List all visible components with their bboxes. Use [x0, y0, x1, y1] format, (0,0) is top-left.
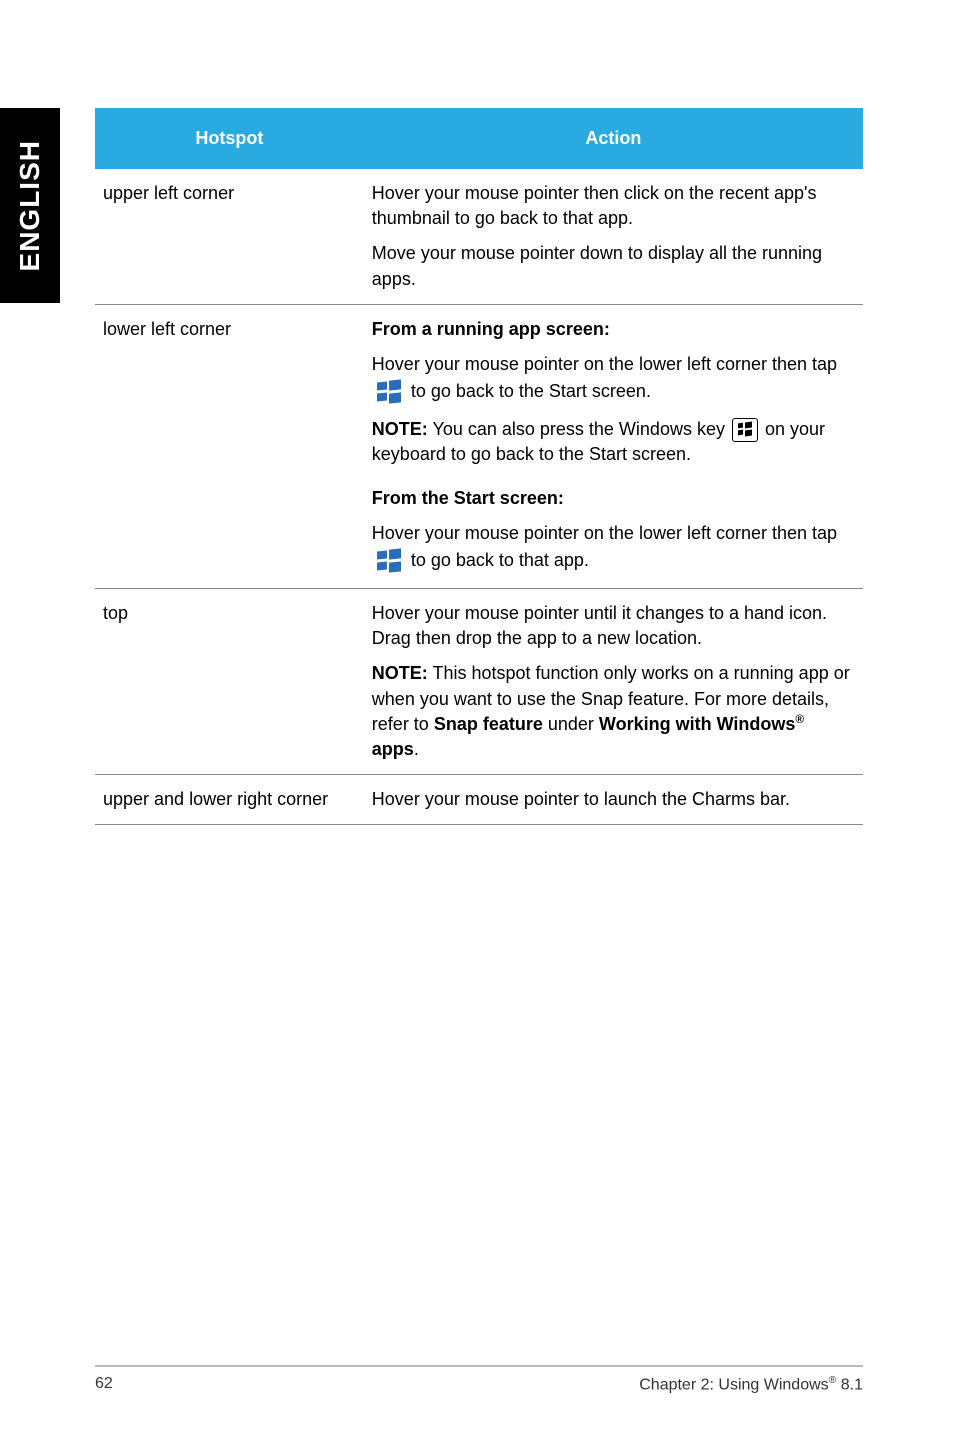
text-fragment: Snap feature [434, 714, 543, 734]
subheading: From a running app screen: [372, 317, 855, 342]
note-label: NOTE: [372, 419, 428, 439]
language-label: ENGLISH [14, 140, 46, 271]
registered-mark: ® [795, 713, 804, 726]
text-fragment: to go back to that app. [411, 550, 589, 570]
note-label: NOTE: [372, 663, 428, 683]
language-tab: ENGLISH [0, 108, 60, 303]
text-fragment: You can also press the Windows key [428, 419, 730, 439]
table-header-row: Hotspot Action [95, 108, 863, 169]
chapter-label: Chapter 2: Using Windows® 8.1 [639, 1375, 863, 1394]
action-text: Hover your mouse pointer until it change… [372, 601, 855, 651]
action-cell: Hover your mouse pointer until it change… [364, 588, 863, 774]
action-cell: From a running app screen: Hover your mo… [364, 304, 863, 588]
header-action: Action [364, 108, 863, 169]
action-cell: Hover your mouse pointer then click on t… [364, 169, 863, 304]
text-fragment: to go back to the Start screen. [411, 381, 651, 401]
note-text: NOTE: This hotspot function only works o… [372, 661, 855, 762]
action-text: Move your mouse pointer down to display … [372, 241, 855, 291]
page-footer: 62 Chapter 2: Using Windows® 8.1 [95, 1365, 863, 1394]
start-screen-icon [374, 546, 404, 576]
text-fragment: apps [372, 739, 414, 759]
main-content: Hotspot Action upper left corner Hover y… [95, 108, 863, 825]
table-row: lower left corner From a running app scr… [95, 304, 863, 588]
action-text: Hover your mouse pointer on the lower le… [372, 521, 855, 576]
table-row: upper left corner Hover your mouse point… [95, 169, 863, 304]
text-fragment: 8.1 [836, 1376, 863, 1393]
hotspot-table: Hotspot Action upper left corner Hover y… [95, 108, 863, 825]
table-row: top Hover your mouse pointer until it ch… [95, 588, 863, 774]
hotspot-cell: top [95, 588, 364, 774]
text-fragment: Hover your mouse pointer on the lower le… [372, 354, 837, 374]
action-text: Hover your mouse pointer then click on t… [372, 181, 855, 231]
note-text: NOTE: You can also press the Windows key… [372, 417, 855, 467]
action-text: Hover your mouse pointer on the lower le… [372, 352, 855, 407]
text-fragment: Chapter 2: Using Windows [639, 1376, 828, 1393]
windows-key-icon [732, 418, 758, 442]
hotspot-cell: lower left corner [95, 304, 364, 588]
hotspot-cell: upper left corner [95, 169, 364, 304]
text-fragment: . [414, 739, 419, 759]
subheading: From the Start screen: [372, 486, 855, 511]
start-screen-icon [374, 377, 404, 407]
action-cell: Hover your mouse pointer to launch the C… [364, 775, 863, 825]
text-fragment: under [543, 714, 599, 734]
text-fragment: Hover your mouse pointer on the lower le… [372, 523, 837, 543]
hotspot-cell: upper and lower right corner [95, 775, 364, 825]
text-fragment: Working with Windows [599, 714, 796, 734]
table-row: upper and lower right corner Hover your … [95, 775, 863, 825]
page-number: 62 [95, 1375, 113, 1394]
header-hotspot: Hotspot [95, 108, 364, 169]
